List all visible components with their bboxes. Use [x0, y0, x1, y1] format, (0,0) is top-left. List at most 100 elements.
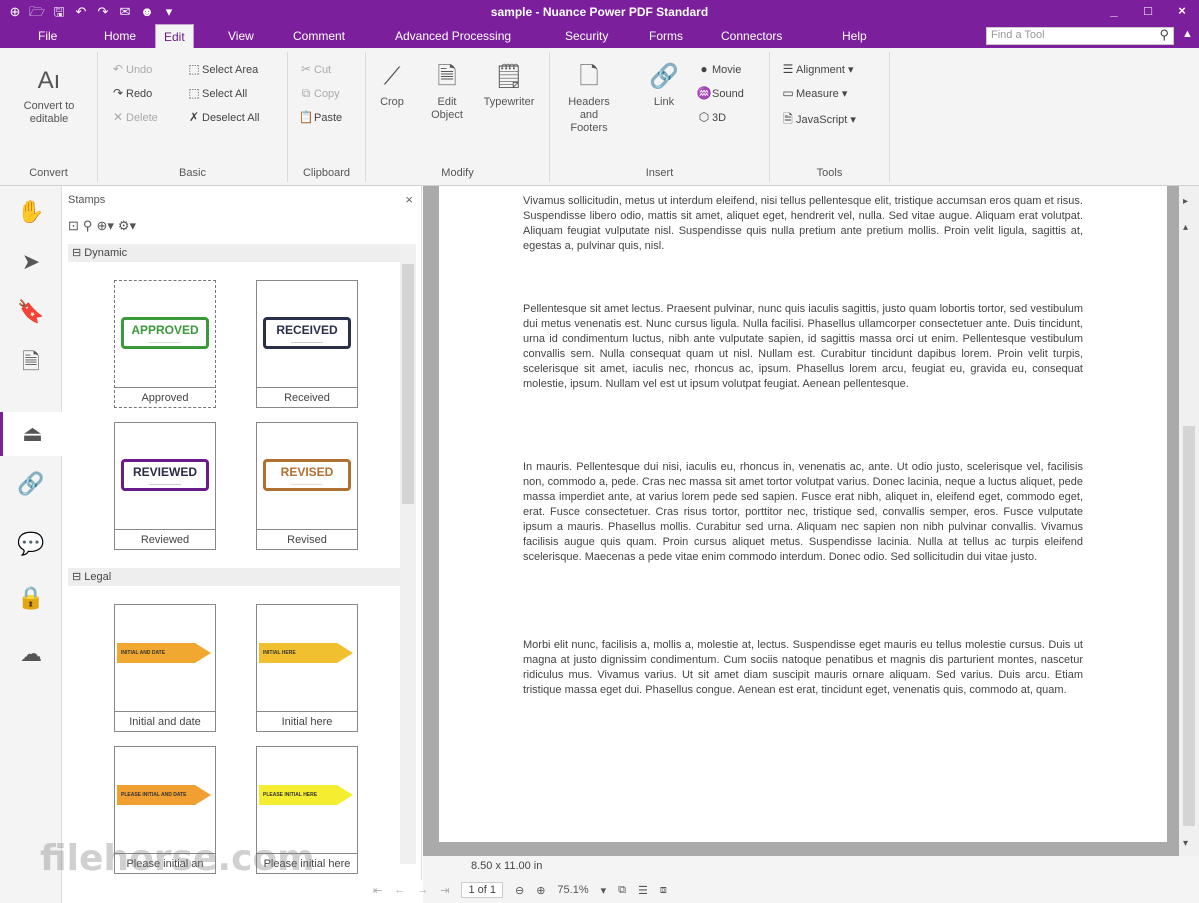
zoom-out-icon[interactable]: ⊖	[515, 884, 524, 897]
select-area-label: Select Area	[202, 64, 259, 76]
paragraph-3: In mauris. Pellentesque dui nisi, iaculi…	[523, 461, 1083, 563]
document-page[interactable]: Vivamus sollicitudin, metus ut interdum …	[439, 186, 1167, 842]
document-scrollbar-thumb[interactable]	[1183, 426, 1195, 826]
scroll-right-icon[interactable]: ▸	[1183, 196, 1188, 207]
stamp-icon[interactable]: ⏏	[0, 412, 62, 456]
title-bar: ⊕ 🗁 🖫 ↶ ↷ ✉ ☻ ▾ sample - Nuance Power PD…	[0, 0, 1199, 24]
measure-button[interactable]: ▭ Measure ▾	[780, 86, 847, 100]
select-area-button[interactable]: ⬚ Select Area	[186, 62, 258, 76]
search-icon[interactable]: ⚲	[83, 218, 93, 234]
delete-button[interactable]: ✕ Delete	[110, 110, 158, 124]
scroll-down-icon[interactable]: ▾	[1183, 838, 1188, 849]
paragraph-4: Morbi elit nunc, facilisis a, mollis a, …	[523, 639, 1083, 696]
redo-button[interactable]: ↷ Redo	[110, 86, 152, 100]
deselect-all-button[interactable]: ✗ Deselect All	[186, 110, 260, 124]
last-page-icon[interactable]: ⇥	[440, 884, 449, 897]
3d-button[interactable]: ⬡ 3D	[696, 110, 726, 124]
scroll-up-icon[interactable]: ▴	[1183, 222, 1188, 233]
select-tool-icon[interactable]: ➤	[0, 240, 62, 284]
section-dynamic[interactable]: ⊟ Dynamic	[68, 244, 400, 262]
maximize-button[interactable]: □	[1131, 0, 1165, 24]
typewriter-icon: 🗒	[493, 63, 525, 90]
collapse-ribbon-icon[interactable]: ▲	[1182, 28, 1193, 40]
cut-button[interactable]: ✂ Cut	[298, 62, 331, 76]
stamp-revised[interactable]: REVISED ———————— Revised	[256, 422, 358, 550]
paste-button[interactable]: 📋Paste	[298, 110, 343, 124]
stamp-initial-here-text: INITIAL HERE	[259, 643, 337, 663]
stamp-initial-and-date[interactable]: INITIAL AND DATE Initial and date	[114, 604, 216, 732]
security-lock-icon[interactable]: 🔒	[0, 576, 62, 620]
group-convert: Aı Convert to editable Convert	[0, 52, 98, 182]
menu-help[interactable]: Help	[834, 24, 875, 48]
minimize-button[interactable]: _	[1097, 0, 1131, 24]
delete-icon: ✕	[112, 110, 124, 124]
menu-connectors[interactable]: Connectors	[713, 24, 790, 48]
copy-icon: ⧉	[301, 86, 311, 100]
page-size: 8.50 x 11.00 in	[471, 860, 543, 872]
menu-file[interactable]: File	[30, 24, 65, 48]
menu-comment[interactable]: Comment	[285, 24, 353, 48]
typewriter-button[interactable]: 🗒 Typewriter	[476, 62, 542, 109]
attachment-icon[interactable]: 🔗	[0, 462, 62, 506]
first-page-icon[interactable]: ⇤	[373, 884, 382, 897]
add-stamp-icon[interactable]: ⊕▾	[96, 218, 113, 234]
select-all-button[interactable]: ⬚ Select All	[186, 86, 247, 100]
single-page-icon[interactable]: ⧉	[618, 884, 626, 897]
stamp-approved[interactable]: APPROVED ———————— Approved	[114, 280, 216, 408]
stamp-reviewed[interactable]: REVIEWED ———————— Reviewed	[114, 422, 216, 550]
delete-label: Delete	[126, 112, 158, 124]
zoom-dropdown-icon[interactable]: ▾	[601, 884, 607, 897]
stamp-please-initial-and-date-graphic: PLEASE INITIAL AND DATE	[117, 785, 215, 805]
continuous-page-icon[interactable]: ☰	[638, 884, 648, 897]
menu-advanced-processing[interactable]: Advanced Processing	[387, 24, 519, 48]
zoom-level[interactable]: 75.1%	[557, 884, 588, 896]
stamp-received[interactable]: RECEIVED ———————— Received	[256, 280, 358, 408]
panel-scrollbar-thumb[interactable]	[402, 264, 414, 504]
bookmark-icon[interactable]: 🔖	[0, 290, 62, 334]
redo-icon: ↷	[112, 86, 124, 100]
page-indicator[interactable]: 1 of 1	[461, 882, 503, 898]
menu-edit[interactable]: Edit	[155, 24, 194, 48]
find-tool-input[interactable]: Find a Tool ⚲	[986, 27, 1174, 45]
panel-scrollbar[interactable]	[400, 244, 416, 864]
crop-button[interactable]: ⟋ Crop	[374, 62, 410, 109]
deselect-all-label: Deselect All	[202, 112, 260, 124]
comments-icon[interactable]: 💬	[0, 522, 62, 566]
stamp-received-text: RECEIVED	[276, 323, 338, 337]
crop-icon: ⟋	[383, 63, 401, 90]
edit-object-button[interactable]: 🗎 Edit Object	[422, 62, 472, 122]
cloud-icon[interactable]: ☁	[0, 632, 62, 676]
sound-button[interactable]: ♒Sound	[696, 86, 744, 100]
menu-home[interactable]: Home	[96, 24, 144, 48]
settings-gear-icon[interactable]: ⚙▾	[118, 218, 136, 234]
copy-button[interactable]: ⧉ Copy	[298, 86, 340, 101]
deselect-all-icon: ✗	[188, 110, 200, 124]
section-legal[interactable]: ⊟ Legal	[68, 568, 400, 586]
movie-button[interactable]: ● Movie	[696, 62, 741, 76]
menu-forms[interactable]: Forms	[641, 24, 691, 48]
previous-page-icon[interactable]: ←	[394, 884, 405, 896]
menu-security[interactable]: Security	[557, 24, 616, 48]
close-button[interactable]: ×	[1165, 0, 1199, 24]
search-icon[interactable]: ⚲	[1159, 27, 1169, 43]
next-page-icon[interactable]: →	[417, 884, 428, 896]
fit-page-icon[interactable]: ⧈	[660, 884, 667, 897]
menu-view[interactable]: View	[220, 24, 262, 48]
document-scrollbar[interactable]: ▸ ▴ ▾	[1179, 186, 1199, 856]
pages-icon[interactable]: 🗎	[0, 340, 62, 384]
undo-button[interactable]: ↶ Undo	[110, 62, 152, 76]
zoom-in-icon[interactable]: ⊕	[536, 884, 545, 897]
view-icon[interactable]: ⊡	[68, 218, 79, 234]
section-dynamic-label: Dynamic	[84, 247, 128, 259]
javascript-button[interactable]: 🗎 JavaScript ▾	[780, 110, 856, 131]
watermark-logo: filehorse.com	[40, 838, 315, 879]
page-header-icon: 🗋	[579, 63, 599, 90]
convert-to-editable-button[interactable]: Aı Convert to editable	[18, 66, 80, 126]
document-view[interactable]: Vivamus sollicitudin, metus ut interdum …	[423, 186, 1179, 856]
alignment-button[interactable]: ☰ Alignment ▾	[780, 62, 854, 76]
hand-tool-icon[interactable]: ✋	[0, 190, 62, 234]
link-button[interactable]: 🔗 Link	[646, 62, 682, 109]
stamp-initial-here[interactable]: INITIAL HERE Initial here	[256, 604, 358, 732]
panel-close-icon[interactable]: ×	[405, 192, 413, 207]
headers-footers-button[interactable]: 🗋 Headers and Footers	[560, 62, 618, 135]
